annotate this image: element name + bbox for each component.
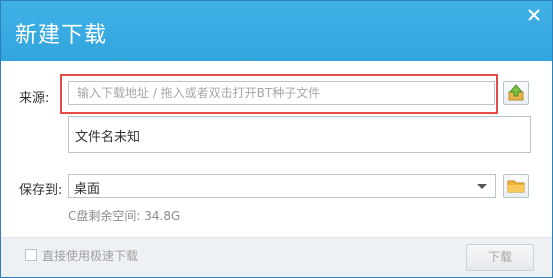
chevron-down-icon [477,184,487,189]
folder-icon [507,180,525,193]
turbo-download-label[interactable]: 直接使用极速下载 [42,247,138,264]
upload-icon [508,84,524,101]
save-path-dropdown-button[interactable] [471,175,493,197]
browse-folder-button[interactable] [503,174,529,198]
download-button[interactable]: 下载 [466,244,534,271]
source-label: 来源: [19,91,50,106]
new-download-dialog: 新建下载 来源: 文件名未知 保存到: 桌面 [0,0,553,278]
close-button[interactable] [526,7,542,23]
free-space-text: C盘剩余空间: 34.8G [68,209,181,223]
download-url-input[interactable] [68,81,495,105]
filename-text: 文件名未知 [75,130,141,145]
turbo-download-checkbox[interactable] [25,249,37,261]
dialog-footer: 直接使用极速下载 下载 [1,237,552,277]
close-icon [528,9,540,21]
save-to-label: 保存到: [19,183,63,198]
save-path-value: 桌面 [74,182,101,197]
dialog-title: 新建下载 [15,23,108,48]
filename-field[interactable]: 文件名未知 [68,116,531,153]
open-torrent-button[interactable] [503,81,529,105]
title-bar: 新建下载 [1,1,552,61]
save-path-select[interactable]: 桌面 [68,174,496,198]
